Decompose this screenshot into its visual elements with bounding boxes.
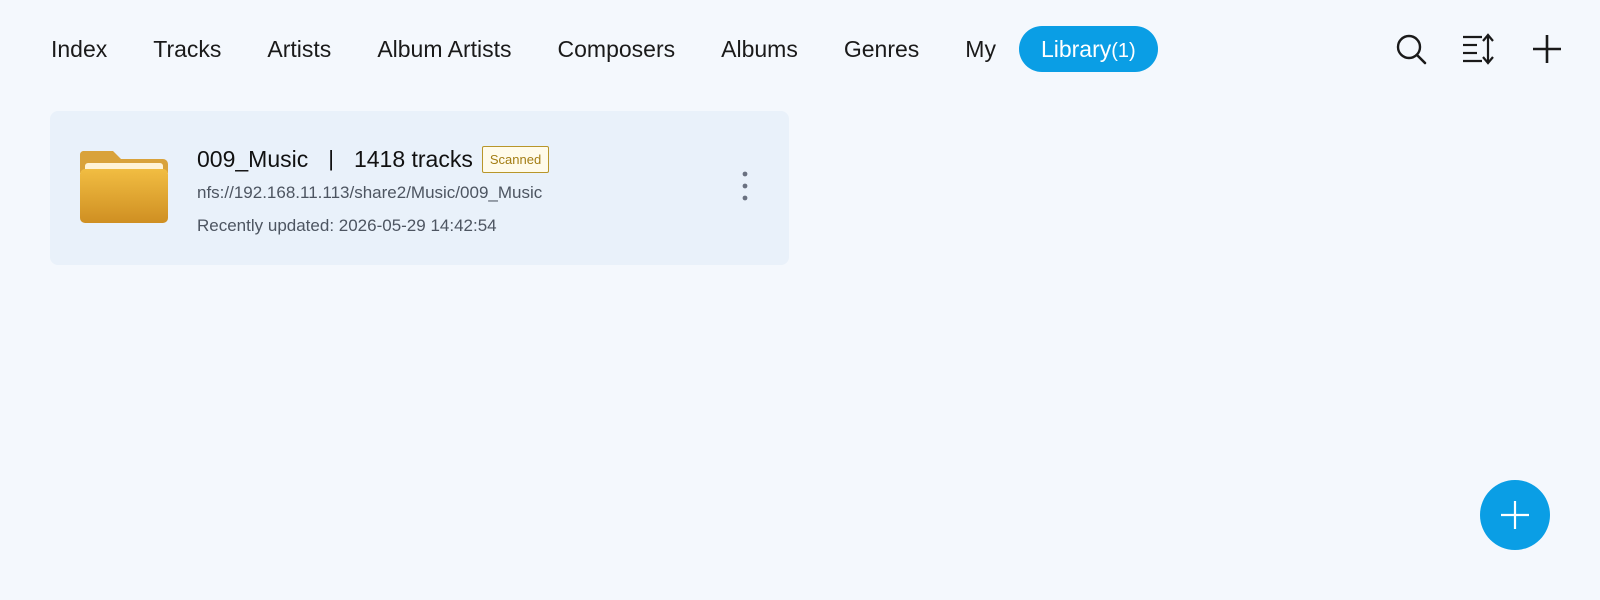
last-updated: Recently updated: 2026-05-29 14:42:54: [197, 216, 497, 235]
tab-tracks[interactable]: Tracks: [130, 26, 244, 72]
plus-icon: [1533, 35, 1561, 63]
sort-icon: [1463, 33, 1494, 65]
tab-library-label: Library: [1040, 36, 1112, 62]
search-icon: [1396, 34, 1427, 65]
tab-library[interactable]: Library(1): [1018, 26, 1158, 72]
tab-artists[interactable]: Artists: [244, 26, 354, 72]
tab-index[interactable]: Index: [28, 26, 130, 72]
library-title-row: 009_Music | 1418 tracks Scanned: [197, 141, 550, 177]
add-library-fab[interactable]: [1480, 480, 1550, 550]
library-card[interactable]: 009_Music | 1418 tracks Scanned nfs://19…: [50, 111, 789, 265]
add-button[interactable]: [1526, 28, 1568, 70]
folder-icon: [79, 151, 168, 223]
plus-icon: [1501, 501, 1529, 529]
tab-genres[interactable]: Genres: [821, 26, 942, 72]
toolbar-actions: [1390, 26, 1568, 72]
top-navigation-bar: Index Tracks Artists Album Artists Compo…: [0, 0, 1600, 98]
search-button[interactable]: [1390, 28, 1432, 70]
tab-my[interactable]: My: [942, 26, 1019, 72]
tab-composers[interactable]: Composers: [535, 26, 699, 72]
tab-album-artists[interactable]: Album Artists: [354, 26, 534, 72]
more-vertical-icon: [742, 171, 748, 201]
tab-bar: Index Tracks Artists Album Artists Compo…: [28, 26, 1158, 72]
tab-library-count: (1): [1111, 40, 1136, 62]
title-separator: |: [328, 146, 334, 171]
more-options-button[interactable]: [730, 165, 760, 207]
library-path: nfs://192.168.11.113/share2/Music/009_Mu…: [197, 183, 543, 202]
status-badge: Scanned: [481, 145, 550, 173]
library-name: 009_Music: [197, 145, 309, 172]
track-count: 1418 tracks: [353, 145, 473, 172]
tab-albums[interactable]: Albums: [698, 26, 821, 72]
sort-button[interactable]: [1458, 28, 1500, 70]
